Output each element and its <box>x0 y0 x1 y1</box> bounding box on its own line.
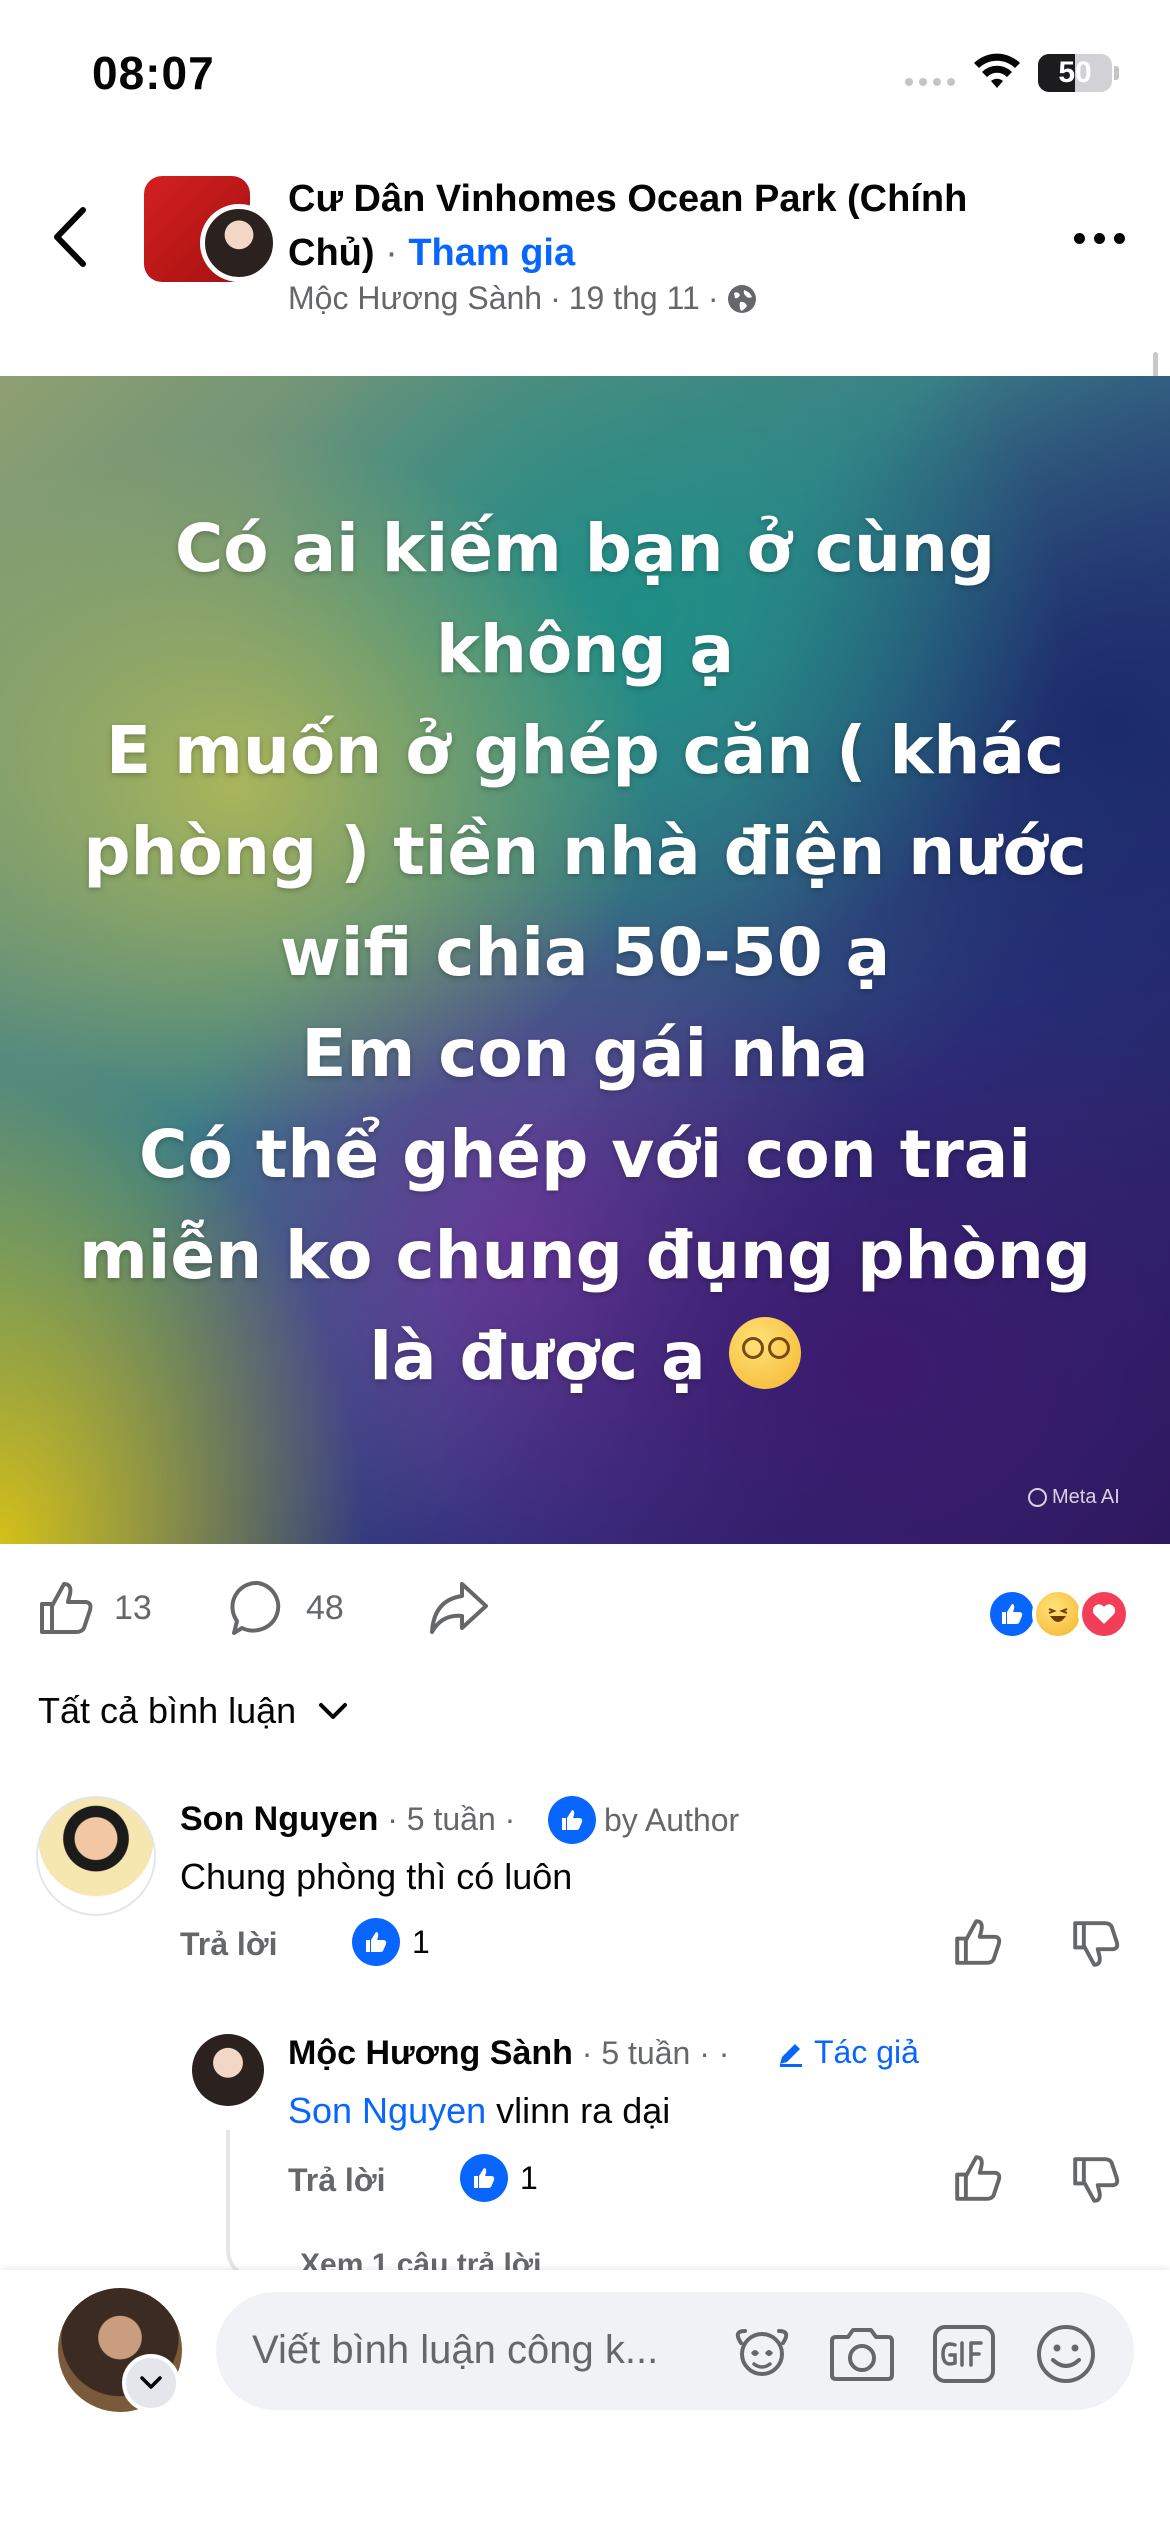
reply-text: Son Nguyen vlinn ra dại <box>288 2090 670 2132</box>
comment-dislike-button[interactable] <box>1070 1918 1122 1970</box>
more-options-button[interactable] <box>1064 218 1134 258</box>
comment-author-name[interactable]: Son Nguyen <box>180 1800 378 1838</box>
group-name-line1[interactable]: Cư Dân Vinhomes Ocean Park (Chính <box>288 178 967 220</box>
back-button[interactable] <box>38 200 100 274</box>
identity-switch-button[interactable] <box>122 2354 180 2412</box>
author-badge-label: by Author <box>604 1801 740 1838</box>
meta-dot-2: · <box>707 280 719 316</box>
reply-author-avatar[interactable] <box>192 2034 264 2106</box>
avatar-sticker-button[interactable] <box>726 2318 798 2390</box>
post-date[interactable]: 19 thg 11 <box>569 280 700 317</box>
post-image[interactable]: Có ai kiếm bạn ở cùng không ạ E muốn ở g… <box>0 376 1170 1544</box>
reply-dislike-button[interactable] <box>1070 2154 1122 2206</box>
commenter-avatar[interactable] <box>36 1796 156 1916</box>
reply-author[interactable]: Mộc Hương Sành · 5 tuần · · <box>288 2034 729 2073</box>
thread-line <box>226 2130 270 2280</box>
separator: · <box>374 232 409 274</box>
share-button[interactable] <box>426 1578 490 1638</box>
thumbs-up-icon <box>40 1582 93 1634</box>
like-count: 13 <box>114 1588 152 1627</box>
dizzy-face-emoji-icon <box>728 1317 801 1389</box>
globe-icon <box>728 284 757 313</box>
thumbs-up-badge-icon <box>548 1796 596 1844</box>
reply-button[interactable]: Trả lời <box>288 2162 385 2199</box>
gif-icon <box>933 2325 995 2383</box>
comment-text: Chung phòng thì có luôn <box>180 1856 573 1897</box>
comment-filter-label: Tất cả bình luận <box>38 1690 297 1731</box>
reply-like-button[interactable] <box>952 2152 1004 2204</box>
author-avatar[interactable] <box>200 204 278 282</box>
pencil-icon <box>780 2043 802 2067</box>
reply-like-count[interactable]: 1 <box>460 2154 538 2202</box>
comment-like-button[interactable] <box>952 1916 1004 1968</box>
share-arrow-icon <box>430 1582 488 1634</box>
post-meta: Mộc Hương Sành · 19 thg 11 · <box>288 280 758 317</box>
reply-author-name[interactable]: Mộc Hương Sành <box>288 2034 573 2072</box>
post-author[interactable]: Mộc Hương Sành <box>288 280 542 317</box>
author-badge: by Author <box>548 1796 739 1844</box>
gif-button[interactable] <box>928 2318 1000 2390</box>
comment-meta: · 5 tuần · <box>378 1801 516 1837</box>
reply-text-content: vlinn ra dại <box>486 2090 671 2131</box>
author-badge: Tác giả <box>776 2034 919 2071</box>
wifi-icon <box>974 53 1020 88</box>
more-dot <box>1113 232 1125 244</box>
camera-icon <box>830 2328 894 2381</box>
group-name[interactable]: Cư Dân Vinhomes Ocean Park (Chính Chủ) ·… <box>288 172 1028 280</box>
battery-cap <box>1114 66 1119 80</box>
thumbs-up-badge-icon <box>352 1918 400 1966</box>
comment-like-count[interactable]: 1 <box>352 1918 430 1966</box>
like-reaction-icon <box>986 1588 1038 1640</box>
status-bar: 08:07 50 <box>0 0 1170 150</box>
comment-filter-dropdown[interactable]: Tất cả bình luận <box>38 1690 348 1732</box>
meta-ai-label: Meta AI <box>1052 1486 1120 1508</box>
reactions-summary[interactable] <box>986 1588 1130 1640</box>
battery-level: 50 <box>1058 56 1092 89</box>
chevron-down-icon <box>319 1703 348 1719</box>
join-group-link[interactable]: Tham gia <box>408 232 575 274</box>
smiley-icon <box>1037 2325 1095 2383</box>
battery-icon: 50 <box>1038 54 1112 92</box>
comment-button[interactable]: 48 <box>228 1578 344 1638</box>
thumbs-up-badge-icon <box>460 2154 508 2202</box>
reply-meta: · 5 tuần · · <box>572 2035 730 2071</box>
chevron-down-icon <box>140 2376 162 2389</box>
post-text-content: Có ai kiếm bạn ở cùng không ạ E muốn ở g… <box>78 510 1092 1395</box>
emoji-button[interactable] <box>1030 2318 1102 2390</box>
author-badge-label: Tác giả <box>814 2034 919 2070</box>
comment-author[interactable]: Son Nguyen · 5 tuần · <box>180 1800 515 1839</box>
meta-dot: · <box>550 280 561 316</box>
cellular-signal-icon <box>905 78 955 86</box>
group-name-line2[interactable]: Chủ) <box>288 232 375 274</box>
comment-count: 48 <box>306 1588 344 1627</box>
more-dot <box>1093 232 1105 244</box>
reply-like-value: 1 <box>520 2159 538 2196</box>
camera-button[interactable] <box>826 2318 898 2390</box>
meta-ai-ring-icon <box>1028 1488 1047 1507</box>
haha-reaction-icon <box>1032 1588 1084 1640</box>
reply-button[interactable]: Trả lời <box>180 1926 277 1963</box>
mention-link[interactable]: Son Nguyen <box>288 2090 486 2131</box>
comment-bubble-icon <box>230 1580 281 1635</box>
comment-like-value: 1 <box>412 1923 430 1960</box>
love-reaction-icon <box>1078 1588 1130 1640</box>
meta-ai-watermark: Meta AI <box>1028 1486 1120 1509</box>
more-dot <box>1073 232 1085 244</box>
post-text: Có ai kiếm bạn ở cùng không ạ E muốn ở g… <box>40 498 1130 1407</box>
comment-input-placeholder: Viết bình luận công k... <box>252 2328 659 2372</box>
like-button[interactable]: 13 <box>36 1578 152 1638</box>
avatar-sticker-icon <box>735 2329 789 2376</box>
action-bar: 13 48 <box>0 1560 1170 1660</box>
status-time: 08:07 <box>92 47 215 99</box>
chevron-left-icon <box>54 207 86 267</box>
